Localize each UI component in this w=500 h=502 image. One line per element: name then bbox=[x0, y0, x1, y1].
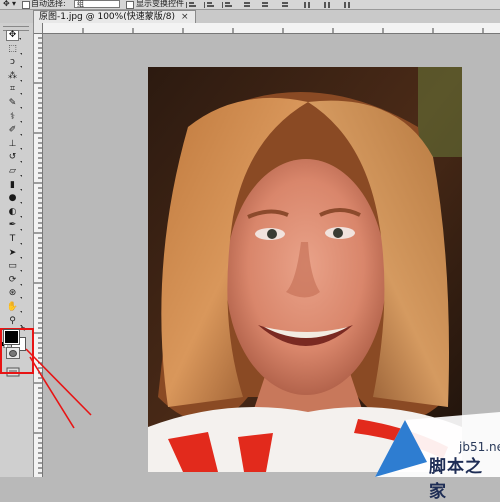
annotation-arrow-1 bbox=[25, 348, 92, 416]
foreground-color-swatch[interactable] bbox=[3, 329, 20, 345]
annotation-arrow-2 bbox=[29, 356, 75, 429]
watermark-name: 脚本之家 bbox=[429, 457, 483, 502]
